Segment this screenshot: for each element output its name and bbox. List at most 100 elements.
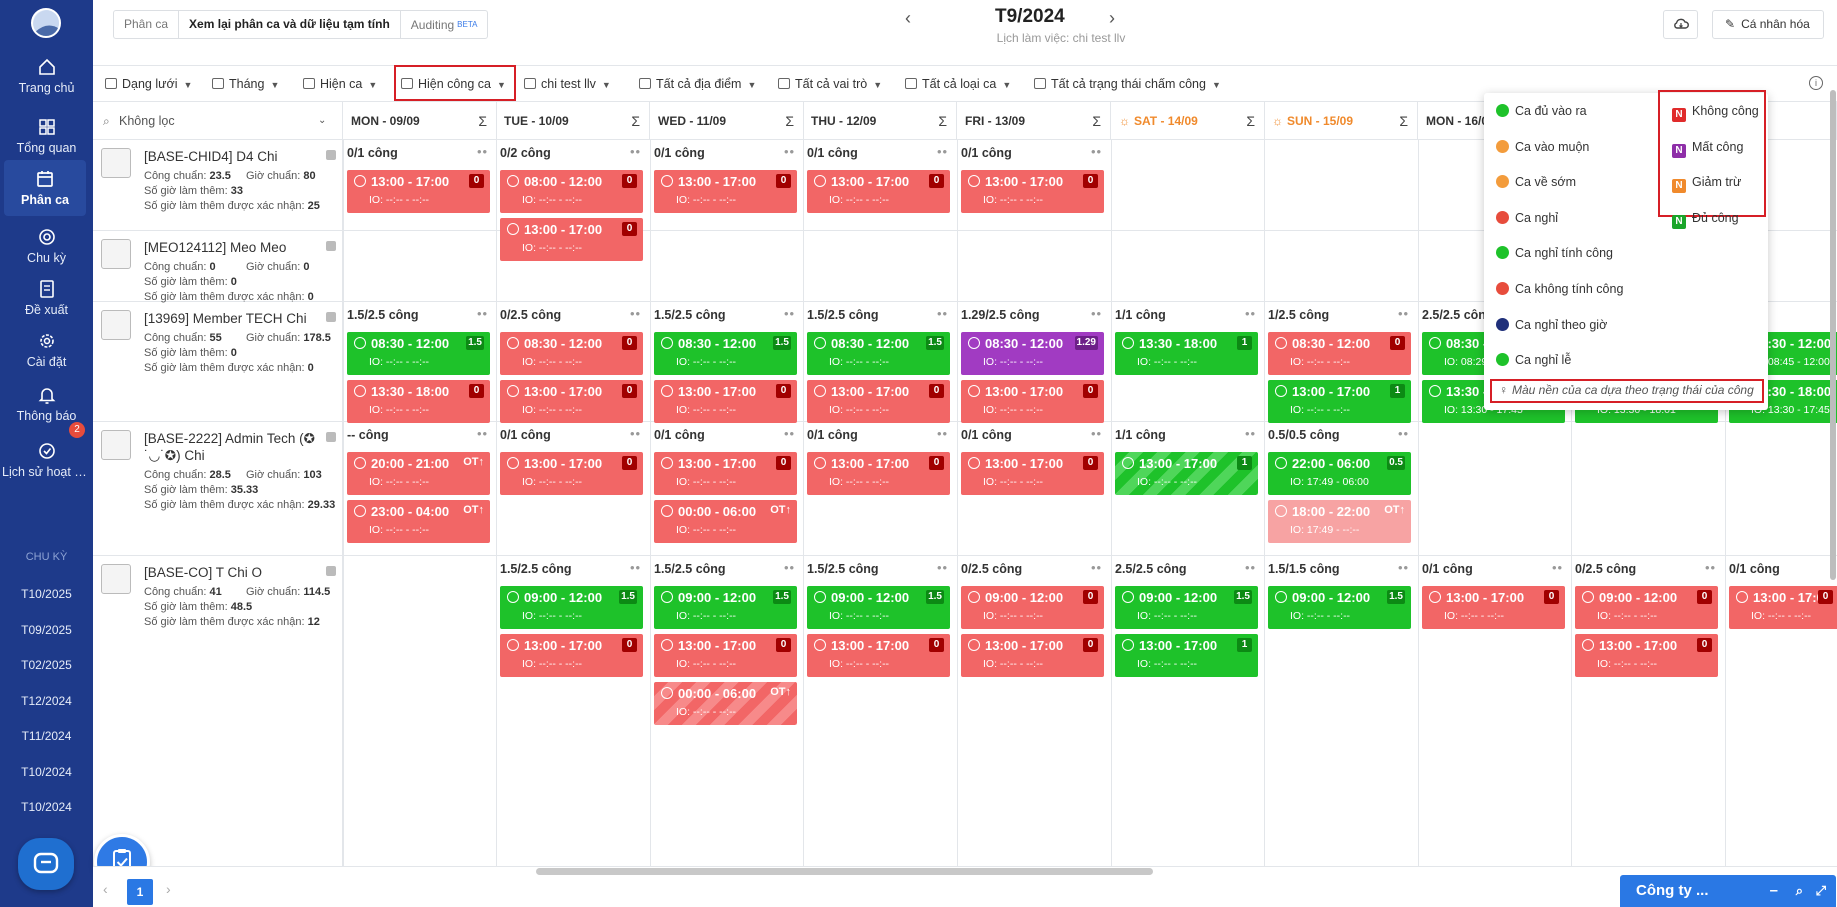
shift-block[interactable]: 13:00 - 17:00 IO: --:-- - --:-- 0: [500, 218, 643, 261]
column-header-7[interactable]: ☼ SUN - 15/09 Σ: [1264, 102, 1418, 140]
shift-block[interactable]: 13:00 - 17:00 IO: --:-- - --:-- 0: [500, 380, 643, 423]
row-checkbox[interactable]: [326, 566, 336, 576]
shift-block[interactable]: 13:00 - 17:00 IO: --:-- - --:-- 0: [807, 380, 950, 423]
shift-block[interactable]: 13:00 - 17:00 IO: --:-- - --:-- 0: [807, 634, 950, 677]
more-options-button[interactable]: ••: [1091, 144, 1102, 159]
more-options-button[interactable]: ••: [1552, 560, 1563, 575]
shift-block[interactable]: 13:00 - 17:00 IO: --:-- - --:-- 0: [654, 452, 797, 495]
employee-card[interactable]: [MEO124112] Meo Meo Công chuẩn: 0 Giờ chuẩ…: [93, 231, 343, 303]
more-options-button[interactable]: ••: [784, 144, 795, 159]
row-checkbox[interactable]: [326, 241, 336, 251]
personalize-button[interactable]: ✎ Cá nhân hóa: [1712, 10, 1824, 39]
sidebar-item-history[interactable]: Lịch sử hoạt đ...: [0, 432, 93, 488]
shift-block[interactable]: 09:00 - 12:00 IO: --:-- - --:-- 1.5: [1268, 586, 1411, 629]
more-options-button[interactable]: ••: [1091, 560, 1102, 575]
column-header-4[interactable]: THU - 12/09 Σ: [803, 102, 957, 140]
column-header-3[interactable]: WED - 11/09 Σ: [650, 102, 804, 140]
row-checkbox[interactable]: [326, 150, 336, 160]
shift-block[interactable]: 13:00 - 17:00 IO: --:-- - --:-- 0: [654, 380, 797, 423]
sum-icon[interactable]: Σ: [1399, 102, 1408, 140]
row-checkbox[interactable]: [326, 312, 336, 322]
vertical-scrollbar[interactable]: [1830, 90, 1836, 580]
logo[interactable]: [31, 8, 61, 38]
shift-block[interactable]: 13:00 - 17:00 IO: --:-- - --:-- 0: [1575, 634, 1718, 677]
filter-1[interactable]: Dạng lưới ▼: [105, 74, 192, 94]
column-header-6[interactable]: ☼ SAT - 14/09 Σ: [1111, 102, 1265, 140]
sum-icon[interactable]: Σ: [1246, 102, 1255, 140]
more-options-button[interactable]: ••: [1398, 426, 1409, 441]
sidebar-item-calendar[interactable]: Phân ca: [4, 160, 86, 216]
more-options-button[interactable]: ••: [1398, 306, 1409, 321]
more-options-button[interactable]: ••: [937, 306, 948, 321]
more-options-button[interactable]: ••: [937, 144, 948, 159]
sidebar-item-home[interactable]: Trang chủ: [0, 48, 93, 104]
shift-block[interactable]: 13:00 - 17:00 IO: --:-- - --:-- 0: [1729, 586, 1837, 629]
cycle-item[interactable]: T10/2025: [0, 587, 93, 601]
more-options-button[interactable]: ••: [477, 426, 488, 441]
more-options-button[interactable]: ••: [630, 144, 641, 159]
shift-block[interactable]: 00:00 - 06:00 IO: --:-- - --:-- OT↑: [654, 682, 797, 725]
cloud-download-button[interactable]: [1663, 10, 1698, 39]
filter-2[interactable]: Tháng ▼: [212, 74, 279, 94]
cycle-item[interactable]: T09/2025: [0, 623, 93, 637]
next-month-button[interactable]: ›: [1109, 8, 1115, 29]
column-header-2[interactable]: TUE - 10/09 Σ: [496, 102, 650, 140]
tab-review[interactable]: Xem lại phân ca và dữ liệu tạm tính: [179, 11, 401, 38]
cycle-item[interactable]: T11/2024: [0, 729, 93, 743]
shift-block[interactable]: 09:00 - 12:00 IO: --:-- - --:-- 0: [961, 586, 1104, 629]
shift-block[interactable]: 09:00 - 12:00 IO: --:-- - --:-- 1.5: [1115, 586, 1258, 629]
more-options-button[interactable]: ••: [937, 560, 948, 575]
employee-name[interactable]: [MEO124112] Meo Meo: [144, 239, 324, 256]
shift-block[interactable]: 13:00 - 17:00 IO: --:-- - --:-- 0: [500, 634, 643, 677]
cycle-item[interactable]: T10/2024: [0, 765, 93, 779]
shift-block[interactable]: 20:00 - 21:00 IO: --:-- - --:-- OT↑: [347, 452, 490, 495]
row-checkbox[interactable]: [326, 432, 336, 442]
more-options-button[interactable]: ••: [477, 144, 488, 159]
shift-block[interactable]: 22:00 - 06:00 IO: 17:49 - 06:00 0.5: [1268, 452, 1411, 495]
shift-block[interactable]: 13:30 - 18:00 IO: --:-- - --:-- 0: [347, 380, 490, 423]
shift-block[interactable]: 13:00 - 17:00 IO: --:-- - --:-- 0: [961, 452, 1104, 495]
more-options-button[interactable]: ••: [1245, 306, 1256, 321]
employee-card[interactable]: [BASE-CHID4] D4 Chi Công chuẩn: 23.5 Giờ c…: [93, 140, 343, 231]
employee-filter[interactable]: ⌕ Không lọc ⌄: [93, 102, 343, 140]
sidebar-item-document[interactable]: Đề xuất: [0, 270, 93, 326]
expand-icon[interactable]: ⤢: [1816, 875, 1826, 907]
shift-block[interactable]: 09:00 - 12:00 IO: --:-- - --:-- 1.5: [654, 586, 797, 629]
horizontal-scrollbar[interactable]: [536, 868, 1153, 875]
more-options-button[interactable]: ••: [477, 306, 488, 321]
more-options-button[interactable]: ••: [1091, 426, 1102, 441]
shift-block[interactable]: 08:00 - 12:00 IO: --:-- - --:-- 0: [500, 170, 643, 213]
more-options-button[interactable]: ••: [1245, 426, 1256, 441]
shift-block[interactable]: 13:00 - 17:00 IO: --:-- - --:-- 0: [961, 380, 1104, 423]
cycle-item[interactable]: T02/2025: [0, 658, 93, 672]
shift-block[interactable]: 09:00 - 12:00 IO: --:-- - --:-- 1.5: [500, 586, 643, 629]
employee-card[interactable]: [BASE-2222] Admin Tech (✪ ˙◡˙✪) Chi Công …: [93, 422, 343, 556]
sidebar-item-gear[interactable]: Cài đặt: [0, 322, 93, 378]
more-options-button[interactable]: ••: [784, 560, 795, 575]
next-page-button[interactable]: ›: [166, 881, 171, 897]
more-options-button[interactable]: ••: [1398, 560, 1409, 575]
sidebar-item-cycle[interactable]: Chu kỳ: [0, 218, 93, 274]
shift-block[interactable]: 13:00 - 17:00 IO: --:-- - --:-- 0: [807, 452, 950, 495]
sidebar-item-grid[interactable]: Tổng quan: [0, 108, 93, 164]
shift-block[interactable]: 13:30 - 18:00 IO: --:-- - --:-- 1: [1115, 332, 1258, 375]
shift-block[interactable]: 08:30 - 12:00 IO: --:-- - --:-- 0: [500, 332, 643, 375]
company-panel[interactable]: Công ty ... – ⌕ ⤢: [1620, 875, 1836, 907]
shift-block[interactable]: 13:00 - 17:00 IO: --:-- - --:-- 1: [1268, 380, 1411, 423]
shift-block[interactable]: 08:30 - 12:00 IO: --:-- - --:-- 1.5: [807, 332, 950, 375]
shift-block[interactable]: 13:00 - 17:00 IO: --:-- - --:-- 0: [1422, 586, 1565, 629]
employee-name[interactable]: [13969] Member TECH Chi: [144, 310, 324, 327]
more-options-button[interactable]: ••: [784, 306, 795, 321]
sum-icon[interactable]: Σ: [478, 102, 487, 140]
more-options-button[interactable]: ••: [937, 426, 948, 441]
filter-7[interactable]: Tất cả vai trò ▼: [778, 74, 882, 94]
shift-block[interactable]: 09:00 - 12:00 IO: --:-- - --:-- 0: [1575, 586, 1718, 629]
filter-8[interactable]: Tất cả loại ca ▼: [905, 74, 1011, 94]
cycle-item[interactable]: T10/2024: [0, 800, 93, 814]
more-options-button[interactable]: ••: [630, 306, 641, 321]
minimize-icon[interactable]: –: [1770, 875, 1778, 907]
column-header-5[interactable]: FRI - 13/09 Σ: [957, 102, 1111, 140]
more-options-button[interactable]: ••: [1705, 560, 1716, 575]
page-button[interactable]: 1: [127, 879, 153, 905]
shift-block[interactable]: 13:00 - 17:00 IO: --:-- - --:-- 0: [961, 170, 1104, 213]
